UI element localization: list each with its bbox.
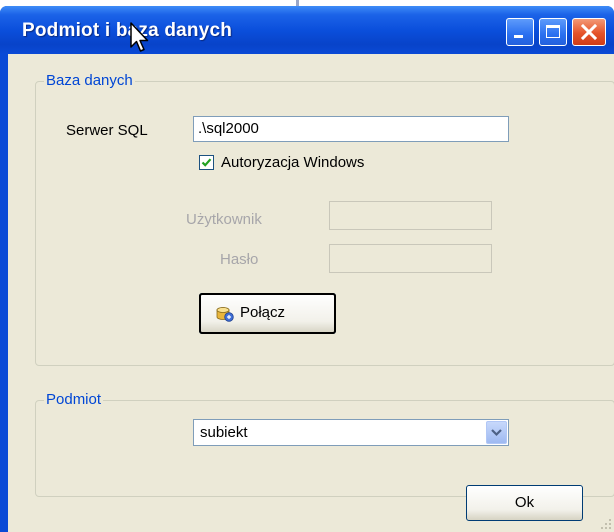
title-bar[interactable]: Podmiot i baza danych	[0, 6, 614, 54]
connect-button-label: Połącz	[240, 304, 286, 321]
subject-select-value: subiekt	[200, 424, 248, 441]
maximize-button[interactable]	[539, 18, 567, 46]
password-label: Hasło	[220, 251, 259, 268]
dialog-client-area: Baza danych Serwer SQL .\sql2000 Autoryz…	[8, 54, 614, 532]
user-label: Użytkownik	[186, 211, 262, 228]
mouse-cursor-icon	[130, 22, 149, 52]
dialog-window: Podmiot i baza danych Baza danych Serwer…	[0, 6, 614, 532]
maximize-icon	[546, 25, 560, 38]
minimize-button[interactable]	[506, 18, 534, 46]
subject-groupbox: Podmiot	[35, 391, 614, 497]
checkmark-icon	[201, 158, 212, 167]
resize-grip-icon[interactable]	[600, 518, 612, 530]
close-button[interactable]	[572, 18, 606, 46]
windows-auth-checkbox[interactable]	[199, 155, 214, 170]
ok-button[interactable]: Ok	[466, 485, 583, 521]
sql-server-label: Serwer SQL	[66, 122, 148, 139]
connect-button[interactable]: Połącz	[199, 293, 336, 334]
password-input[interactable]	[329, 244, 492, 273]
database-connect-icon	[216, 307, 234, 322]
minimize-icon	[514, 35, 523, 38]
window-title: Podmiot i baza danych	[22, 20, 233, 41]
sql-server-input[interactable]: .\sql2000	[193, 116, 509, 142]
windows-auth-label[interactable]: Autoryzacja Windows	[221, 154, 364, 171]
user-input[interactable]	[329, 201, 492, 230]
chevron-down-icon	[491, 429, 502, 437]
dropdown-button[interactable]	[486, 421, 507, 444]
database-group-legend: Baza danych	[44, 72, 135, 89]
subject-select[interactable]: subiekt	[193, 419, 509, 446]
close-icon	[580, 23, 598, 41]
subject-group-legend: Podmiot	[44, 391, 104, 408]
